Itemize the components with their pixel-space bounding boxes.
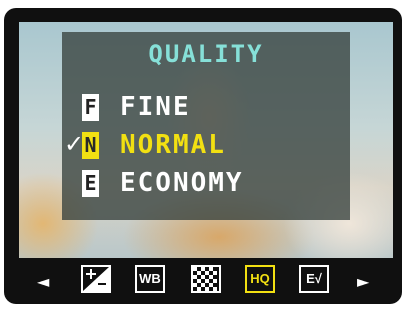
quality-menu: QUALITY F FINE ✓ N NORMAL E ECONOMY: [62, 32, 350, 220]
menu-toolbar: ◄ WB HQ E√ ►: [19, 260, 393, 300]
option-fine-label: FINE: [120, 92, 191, 122]
option-fine-letter: F: [82, 94, 99, 121]
option-economy[interactable]: E ECONOMY: [62, 166, 350, 202]
left-arrow-icon[interactable]: ◄: [37, 272, 49, 291]
lcd-screen: QUALITY F FINE ✓ N NORMAL E ECONOMY: [19, 22, 393, 258]
right-arrow-icon[interactable]: ►: [357, 272, 369, 291]
option-economy-label: ECONOMY: [120, 168, 244, 198]
camera-display-frame: QUALITY F FINE ✓ N NORMAL E ECONOMY ◄ WB…: [0, 0, 409, 310]
checklist-label: E√: [306, 271, 322, 286]
resolution-checker-icon[interactable]: [191, 265, 221, 293]
white-balance-label: WB: [139, 271, 161, 286]
quality-hq-label: HQ: [250, 271, 270, 286]
option-normal[interactable]: ✓ N NORMAL: [62, 128, 350, 164]
exposure-compensation-icon[interactable]: [81, 265, 111, 293]
menu-title: QUALITY: [148, 40, 264, 68]
white-balance-icon[interactable]: WB: [135, 265, 165, 293]
option-economy-letter: E: [82, 170, 99, 197]
checklist-icon[interactable]: E√: [299, 265, 329, 293]
option-normal-label: NORMAL: [120, 130, 226, 160]
quality-hq-icon[interactable]: HQ: [245, 265, 275, 293]
option-normal-letter: N: [82, 132, 99, 159]
option-fine[interactable]: F FINE: [62, 90, 350, 126]
